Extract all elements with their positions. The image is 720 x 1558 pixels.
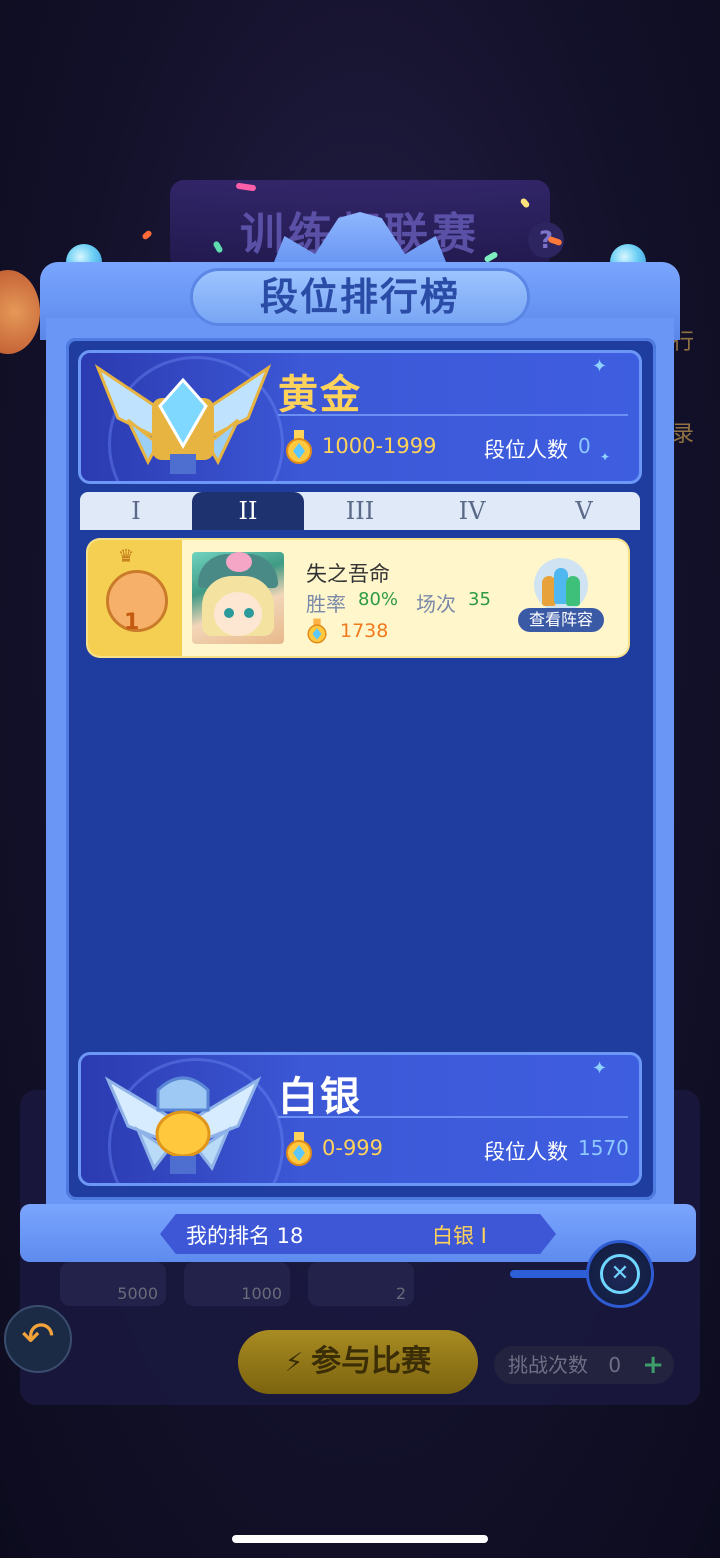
close-button[interactable]: ✕	[586, 1240, 654, 1308]
decoration	[510, 1270, 590, 1278]
challenge-label: 挑战次数	[508, 1353, 588, 1377]
reward-chip: 2	[308, 1262, 414, 1306]
tab-tier-i[interactable]: I	[80, 492, 192, 530]
join-match-button[interactable]: ⚡ 参与比赛	[238, 1330, 478, 1394]
sparkle-icon: ✦	[600, 450, 611, 464]
player-score: 1738	[340, 620, 389, 642]
challenge-count: 0	[608, 1353, 622, 1377]
lightning-icon: ⚡	[284, 1348, 304, 1378]
join-match-label: 参与比赛	[311, 1344, 432, 1379]
ranking-row[interactable]: ♛ 1 失之吾命 胜率 80% 场次 35 1738 查看阵容	[88, 540, 628, 656]
games-value: 35	[468, 589, 491, 610]
team-icon	[534, 558, 588, 612]
my-rank-label: 我的排名 18	[186, 1224, 304, 1248]
reward-chip: 5000	[60, 1262, 166, 1306]
view-lineup-label: 查看阵容	[518, 608, 604, 632]
medal-icon	[286, 1132, 312, 1166]
tier-count-value: 0	[578, 434, 591, 458]
gold-tier-emblem-icon	[94, 364, 272, 474]
my-rank-tier: 白银 I	[432, 1224, 487, 1248]
next-tier-header: 白银 0-999 段位人数 1570 ✦	[78, 1052, 642, 1186]
games-label: 场次	[416, 592, 456, 616]
back-arrow-icon[interactable]: ↶	[4, 1305, 72, 1373]
medal-icon	[307, 618, 327, 644]
home-indicator[interactable]	[232, 1535, 488, 1543]
tier-count-value: 1570	[578, 1136, 629, 1160]
reward-chip: 1000	[184, 1262, 290, 1306]
win-rate-value: 80%	[358, 589, 399, 610]
player-avatar[interactable]	[192, 552, 284, 644]
tab-tier-iii[interactable]: III	[304, 492, 416, 530]
current-tier-header: 黄金 1000-1999 段位人数 0 ✦ ✦	[78, 350, 642, 484]
tier-name: 黄金	[278, 372, 362, 418]
crown-icon: ♛	[118, 546, 135, 567]
win-rate-label: 胜率	[306, 592, 346, 616]
tab-tier-iv[interactable]: IV	[416, 492, 528, 530]
tab-tier-v[interactable]: V	[528, 492, 640, 530]
tier-name: 白银	[278, 1074, 362, 1120]
player-name: 失之吾命	[306, 562, 390, 586]
tier-count-label: 段位人数	[484, 438, 568, 462]
tab-tier-ii[interactable]: II	[192, 492, 304, 530]
divider	[278, 414, 628, 416]
score-range: 1000-1999	[322, 434, 437, 458]
plus-icon[interactable]: +	[642, 1346, 664, 1384]
view-lineup-button[interactable]: 查看阵容	[518, 558, 604, 634]
confetti	[141, 229, 153, 241]
rank-badge: ♛ 1	[88, 540, 182, 656]
close-icon: ✕	[600, 1254, 640, 1294]
silver-tier-emblem-icon	[104, 1076, 262, 1174]
sub-tier-tabs: I II III IV V	[80, 492, 640, 530]
panel-title: 段位排行榜	[259, 275, 460, 319]
divider	[278, 1116, 628, 1118]
medal-icon	[286, 430, 312, 464]
sparkle-icon: ✦	[592, 356, 608, 377]
score-range: 0-999	[322, 1136, 384, 1160]
tier-count-label: 段位人数	[484, 1140, 568, 1164]
rank-number: 1	[124, 610, 140, 635]
sparkle-icon: ✦	[592, 1058, 608, 1079]
challenge-counter: 挑战次数 0 +	[494, 1346, 674, 1384]
left-side-icon	[0, 270, 40, 354]
